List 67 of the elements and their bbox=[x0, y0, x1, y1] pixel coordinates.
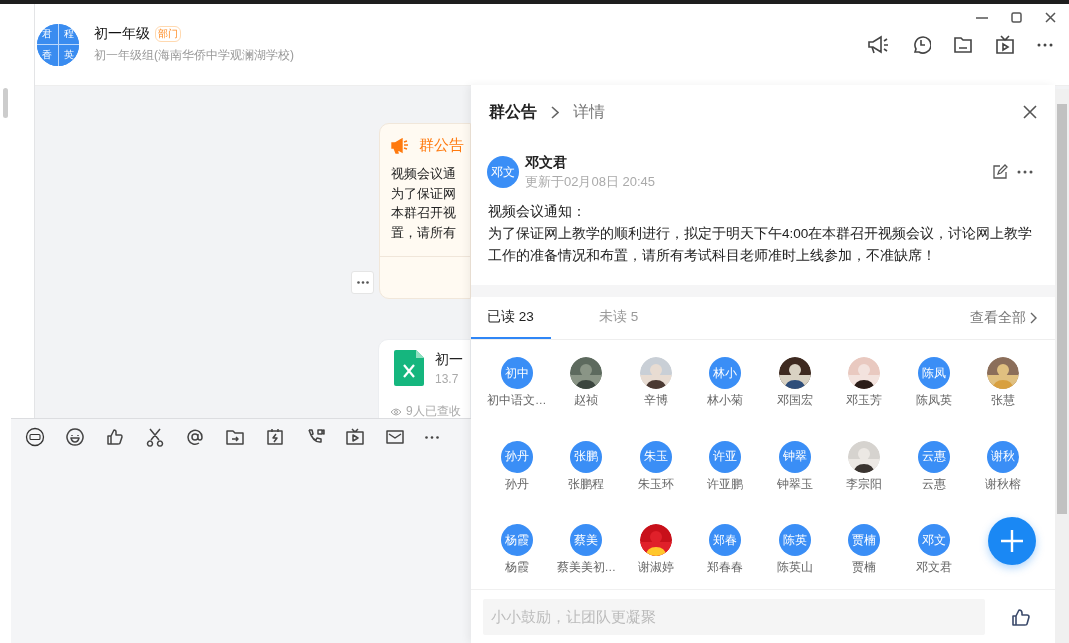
announcement-text-line: 视频会议通 bbox=[391, 165, 457, 183]
member-avatar[interactable]: 陈凤 bbox=[917, 357, 950, 389]
member-name: 朱玉环 bbox=[637, 476, 674, 492]
group-title: 初一年级 bbox=[94, 25, 150, 43]
member-avatar[interactable]: 初中 bbox=[500, 357, 533, 389]
member-avatar[interactable]: 谢秋 bbox=[987, 440, 1020, 473]
member-name: 贾楠 bbox=[852, 560, 877, 576]
member-name: 孙丹 bbox=[504, 476, 529, 492]
member-avatar[interactable]: 郑春 bbox=[709, 524, 742, 557]
member-avatar[interactable]: 孙丹 bbox=[500, 440, 533, 473]
updated-time: 更新于02月08日 20:45 bbox=[525, 172, 656, 191]
member-name: 初中语文… bbox=[487, 393, 547, 408]
member-name: 邓玉芳 bbox=[846, 393, 883, 408]
member-avatar[interactable]: 杨霞 bbox=[500, 524, 533, 557]
member-avatar[interactable]: 陈英 bbox=[778, 524, 811, 557]
file-name: 初一 bbox=[435, 351, 463, 369]
member-name: 陈英山 bbox=[776, 560, 813, 576]
author-name: 邓文君 bbox=[525, 153, 568, 172]
member-name: 钟翠玉 bbox=[776, 476, 813, 492]
member-name: 邓国宏 bbox=[776, 393, 813, 408]
announcement-card[interactable]: 群公告 视频会议通 为了保证网 本群召开视 置，请所有 bbox=[379, 123, 471, 299]
comment-field[interactable]: 小小鼓励，让团队更凝聚 bbox=[483, 598, 985, 635]
viewed-count: 9人已查收 bbox=[406, 403, 461, 418]
member-avatar[interactable]: 邓文 bbox=[917, 524, 950, 557]
member-name: 林小菊 bbox=[707, 393, 744, 408]
view-all-link[interactable]: 查看全部 bbox=[970, 297, 1037, 339]
member-name: 谢秋榕 bbox=[985, 476, 1022, 492]
member-name: 云惠 bbox=[921, 476, 946, 492]
member-name: 辛博 bbox=[643, 393, 668, 408]
member-avatar[interactable]: 蔡美 bbox=[570, 524, 603, 557]
breadcrumb-current: 详情 bbox=[573, 101, 605, 122]
tab[interactable]: 未读 5 bbox=[583, 297, 663, 339]
department-badge: 部门 bbox=[155, 26, 181, 42]
member-name: 张慧 bbox=[991, 393, 1016, 408]
tab[interactable]: 已读 23 bbox=[471, 297, 551, 339]
avatar-character: 香 bbox=[37, 45, 58, 66]
member-name: 许亚鹏 bbox=[707, 476, 744, 492]
announcement-text-line: 置，请所有 bbox=[391, 223, 457, 242]
member-avatar[interactable]: 贾楠 bbox=[848, 524, 881, 557]
announcement-title: 群公告 bbox=[419, 136, 464, 155]
file-size: 13.7 bbox=[435, 372, 460, 386]
avatar-character: 英 bbox=[58, 45, 79, 66]
member-name: 谢淑婷 bbox=[637, 560, 674, 576]
announcement-text: 为了保证网上教学的顺利进行，拟定于明天下午4:00在本群召开视频会议，讨论网上教学工作的准备情况和布置，请所有考试科目老师准时上线参加，不准缺席！ bbox=[488, 225, 1034, 265]
member-avatar[interactable]: 钟翠 bbox=[778, 440, 811, 473]
breadcrumb-link[interactable]: 群公告 bbox=[489, 101, 537, 123]
announcement-text-line: 为了保证网 bbox=[391, 184, 457, 203]
member-avatar[interactable]: 朱玉 bbox=[639, 440, 672, 473]
group-subtitle: 初一年级组(海南华侨中学观澜湖学校) bbox=[94, 47, 294, 64]
author-avatar: 邓文 bbox=[487, 156, 519, 188]
member-avatar[interactable]: 张鹏 bbox=[570, 440, 603, 473]
member-name: 赵祯 bbox=[574, 393, 599, 408]
announcement-text: 视频会议通知： bbox=[488, 203, 587, 221]
announcement-text-line: 本群召开视 bbox=[391, 204, 457, 222]
avatar-character: 程 bbox=[58, 23, 79, 44]
member-name: 杨霞 bbox=[504, 560, 529, 576]
member-name: 张鹏程 bbox=[568, 476, 605, 492]
member-avatar[interactable]: 许亚 bbox=[709, 440, 742, 473]
member-name: 邓文君 bbox=[915, 560, 952, 576]
avatar-character: 君 bbox=[37, 23, 58, 44]
member-name: 李宗阳 bbox=[846, 476, 883, 492]
member-avatar[interactable]: 林小 bbox=[709, 357, 742, 389]
member-name: 郑春春 bbox=[707, 560, 744, 576]
file-card[interactable]: 初一 13.7 9人已查收 bbox=[378, 339, 471, 418]
member-name: 陈凤英 bbox=[915, 393, 952, 408]
member-name: 蔡美美初… bbox=[556, 560, 616, 576]
member-avatar[interactable]: 云惠 bbox=[917, 440, 950, 473]
